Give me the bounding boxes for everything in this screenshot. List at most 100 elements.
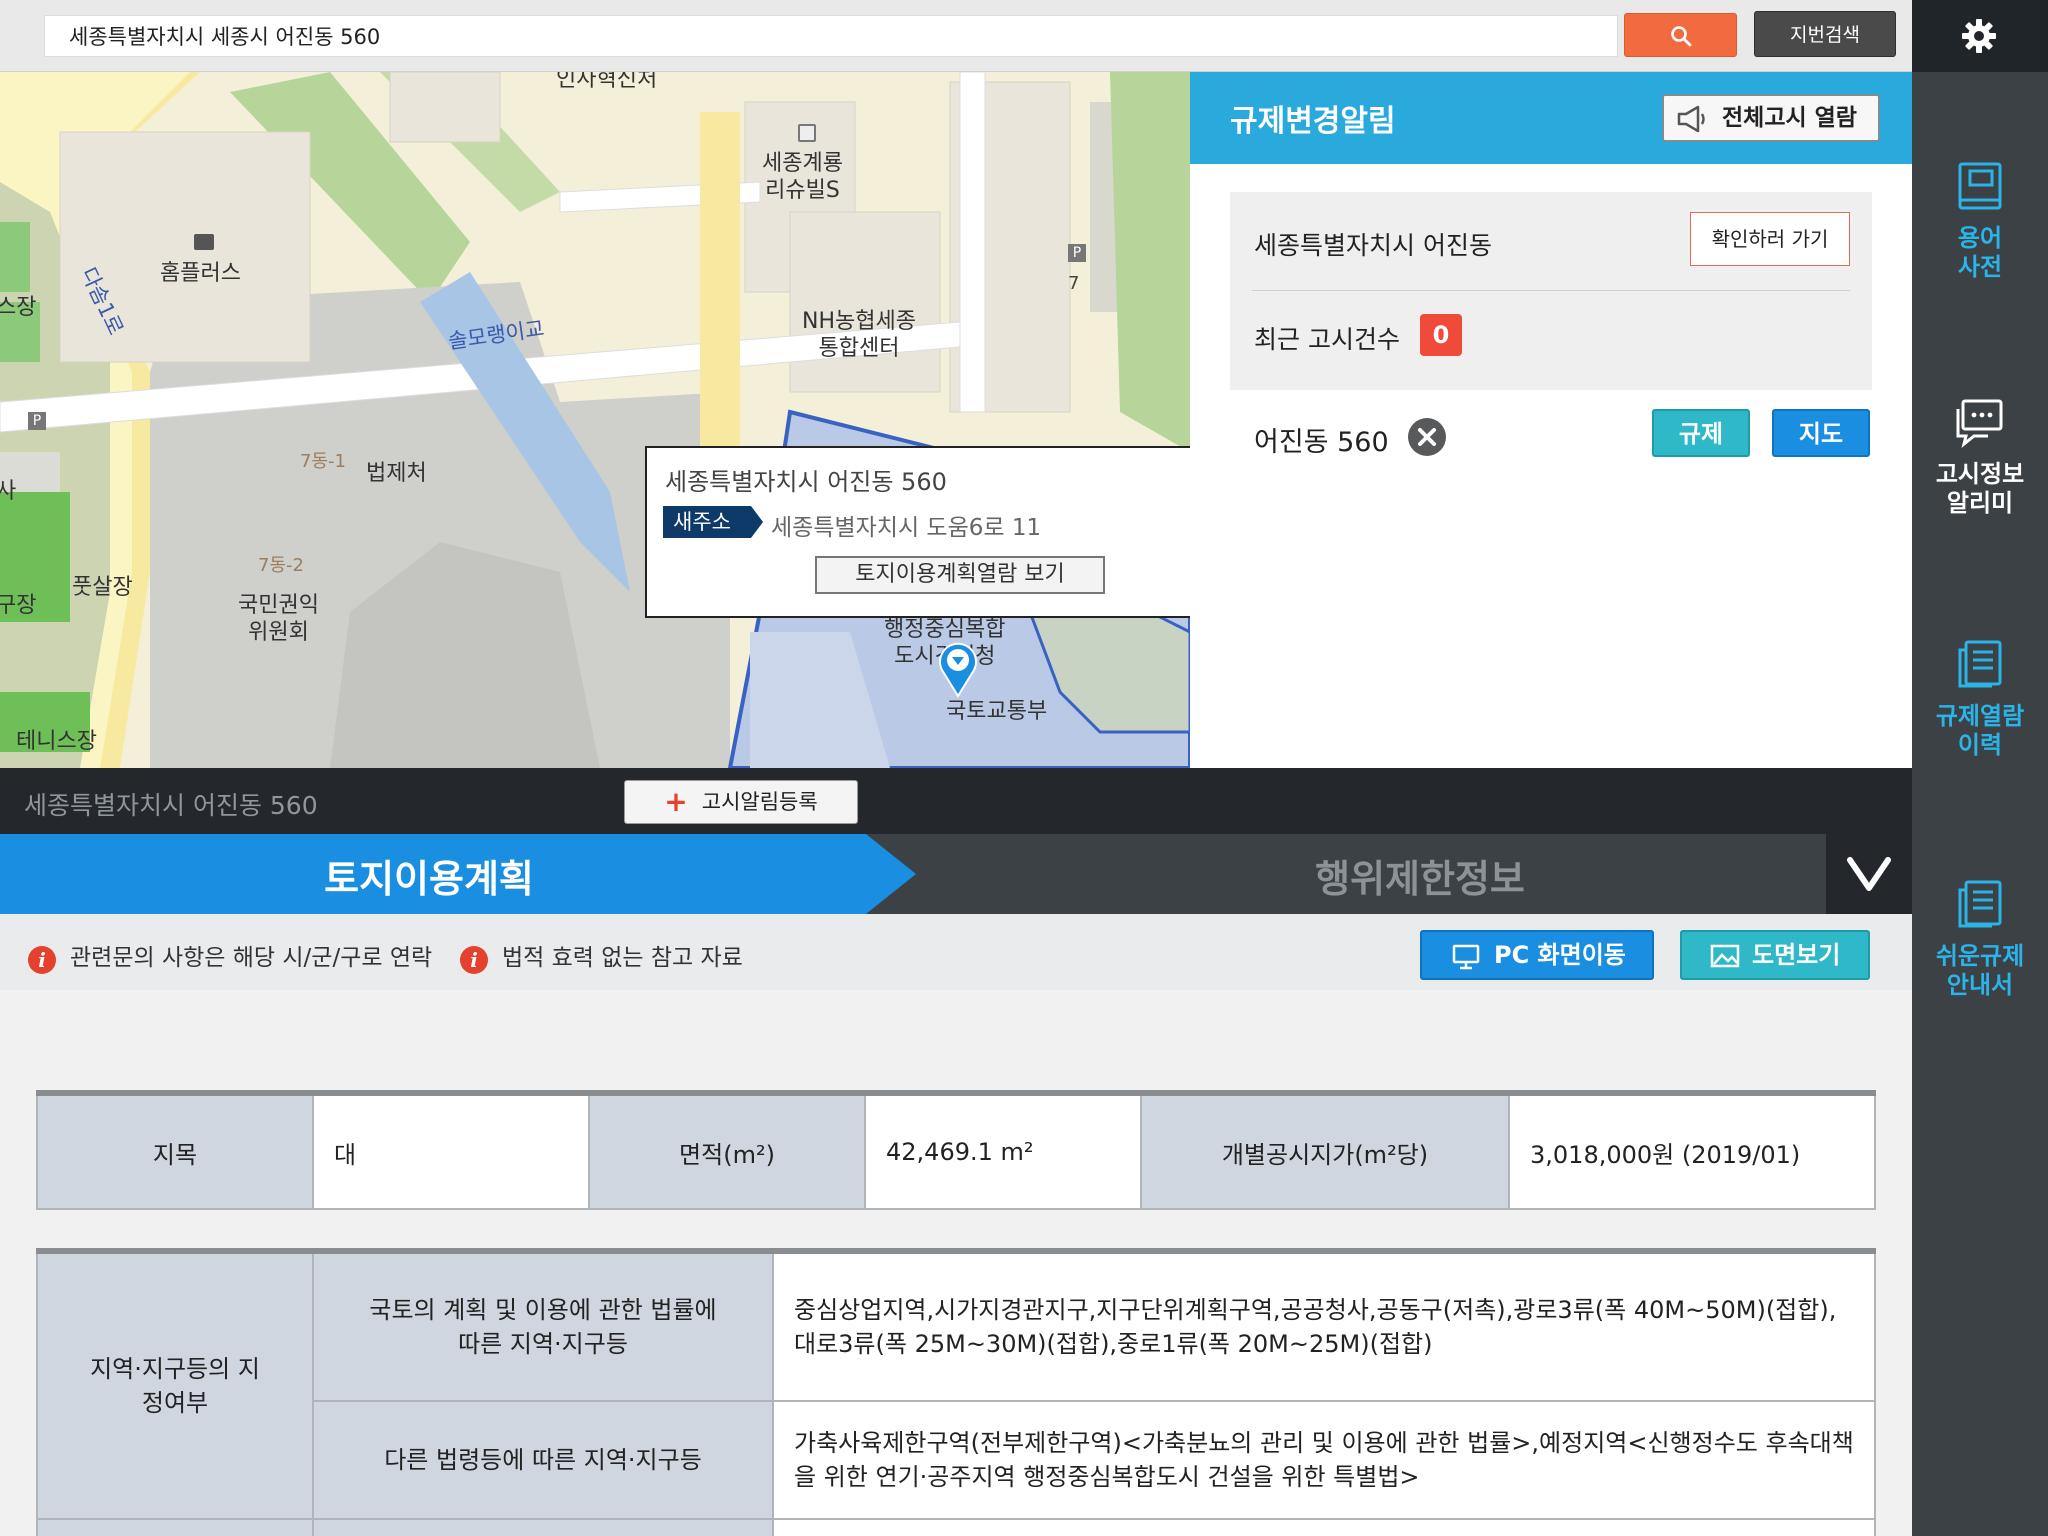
- nav-history-label: 규제열람 이력: [1935, 702, 2025, 759]
- remove-circle-icon[interactable]: [1406, 416, 1448, 458]
- info-icon: i: [28, 946, 56, 974]
- popup-address: 세종특별자치시 어진동 560: [665, 468, 947, 496]
- nav-glossary[interactable]: 용어 사전: [1912, 160, 2048, 282]
- nav-easy-guide[interactable]: 쉬운규제 안내서: [1912, 878, 2048, 1000]
- book-icon: [1958, 162, 2002, 210]
- jimok-value: 대: [312, 1092, 590, 1210]
- chevron-down-icon: [1847, 857, 1891, 891]
- register-notice-alert-button[interactable]: + 고시알림등록: [624, 780, 858, 824]
- map-label-insa: 인사혁신처: [556, 72, 658, 92]
- info-icon: i: [460, 946, 488, 974]
- view-all-notices-button[interactable]: 전체고시 열람: [1662, 94, 1880, 142]
- nav-glossary-label: 용어 사전: [1957, 224, 2003, 281]
- new-address-text: 세종특별자치시 도움6로 11: [771, 515, 1042, 541]
- lot-number-search-button[interactable]: 지번검색: [1754, 11, 1896, 57]
- shopping-bag-icon: [194, 234, 214, 250]
- map-label-edge1: 스장: [0, 295, 37, 320]
- map-info-popup: 세종특별자치시 어진동 560 새주소 세종특별자치시 도움6로 11 토지이용…: [645, 446, 1190, 618]
- panel-header: 규제변경알림 전체고시 열람: [1190, 72, 1912, 164]
- collapse-button[interactable]: [1826, 834, 1912, 914]
- go-check-button[interactable]: 확인하러 가기: [1690, 212, 1850, 266]
- map-label-sejong-gyeryong: 세종계룡 리슈빌S: [762, 151, 843, 203]
- area-value: 42,469.1 m²: [864, 1092, 1142, 1210]
- settings-button[interactable]: [1912, 0, 2048, 72]
- land-info-content: 지목 대 면적(m²) 42,469.1 m² 개별공시지가(m²당) 3,01…: [0, 990, 1912, 1536]
- map-label-molit: 국토교통부: [946, 699, 1048, 724]
- map-base-graphic: [0, 72, 1190, 768]
- app-root: 지번검색: [0, 0, 2048, 1536]
- region-box: 세종특별자치시 어진동 확인하러 가기 최근 고시건수 0: [1230, 192, 1872, 390]
- nav-easy-guide-label: 쉬운규제 안내서: [1935, 942, 2025, 999]
- address-bar: 세종특별자치시 어진동 560 + 고시알림등록: [0, 768, 1912, 834]
- document-list-icon: [1958, 640, 2002, 688]
- zone-designation-table: 지역·지구등의 지 정여부 국토의 계획 및 이용에 관한 법률에 따른 지역·…: [36, 1248, 1876, 1536]
- regulation-button[interactable]: 규제: [1652, 409, 1750, 457]
- search-icon: [1671, 26, 1692, 47]
- recent-notice-count-badge: 0: [1420, 314, 1462, 356]
- map-label-edge3: 구장: [0, 593, 37, 618]
- parking-icon: P: [28, 412, 46, 430]
- zone-row1-label: 국토의 계획 및 이용에 관한 법률에 따른 지역·지구등: [312, 1250, 774, 1402]
- land-basic-table: 지목 대 면적(m²) 42,469.1 m² 개별공시지가(m²당) 3,01…: [36, 1090, 1876, 1210]
- disclaimer-note: i 법적 효력 없는 참고 자료: [460, 938, 743, 974]
- table-row-spacer: [36, 1518, 314, 1536]
- nav-notice-alert[interactable]: 고시정보 알리미: [1912, 398, 2048, 518]
- price-value: 3,018,000원 (2019/01): [1508, 1092, 1876, 1210]
- view-drawing-button[interactable]: 도면보기: [1680, 930, 1870, 980]
- image-icon: [1710, 944, 1740, 968]
- pc-view-label: PC 화면이동: [1494, 941, 1626, 969]
- map-label-homeplus: 홈플러스: [160, 261, 241, 286]
- map-label-moleg: 법제처: [366, 461, 427, 486]
- notice-row: i 관련문의 사항은 해당 시/군/구로 연락 i 법적 효력 없는 참고 자료 P…: [0, 914, 1912, 990]
- contact-note-text: 관련문의 사항은 해당 시/군/구로 연락: [70, 945, 433, 971]
- right-navigation: 용어 사전 고시정보 알리미 규제열람 이력 쉬운규제 안내서: [1912, 0, 2048, 1536]
- area-label: 면적(m²): [588, 1092, 866, 1210]
- divider: [1252, 290, 1850, 291]
- tab-land-use-plan[interactable]: 토지이용계획: [0, 834, 920, 914]
- tab-activity-limit[interactable]: 행위제한정보: [920, 848, 1920, 903]
- regulation-change-panel: 규제변경알림 전체고시 열람 세종특별자치시 어진동 확인하러 가기 최근 고시…: [1190, 72, 1912, 768]
- map-label-acrc: 국민권익 위원회: [238, 593, 319, 645]
- building-icon: [798, 124, 816, 142]
- view-all-notices-label: 전체고시 열람: [1722, 105, 1857, 131]
- map-view[interactable]: 인사혁신처 세종계룡 리슈빌S 홈플러스 다솜1로 솔모랭이교 NH농협세종 통…: [0, 72, 1190, 768]
- map-label-nh: NH농협세종 통합센터: [802, 309, 916, 361]
- new-address-badge: 새주소: [663, 506, 763, 538]
- table-row-spacer: [312, 1518, 774, 1536]
- map-label-tennis: 테니스장: [16, 729, 97, 754]
- jimok-label: 지목: [36, 1092, 314, 1210]
- tab-land-use-plan-label: 토지이용계획: [324, 857, 534, 901]
- speech-bubble-icon: [1956, 399, 2003, 448]
- map-label-edge2: 사: [0, 479, 17, 504]
- search-input[interactable]: [44, 15, 1618, 57]
- megaphone-icon: [1677, 105, 1705, 133]
- map-label-dong71: 7동-1: [300, 451, 346, 472]
- zone-row1-value: 중심상업지역,시가지경관지구,지구단위계획구역,공공청사,공동구(저촉),광로3…: [772, 1250, 1876, 1402]
- contact-note: i 관련문의 사항은 해당 시/군/구로 연락: [28, 938, 432, 974]
- zone-row2-value: 가축사육제한구역(전부제한구역)<가축분뇨의 관리 및 이용에 관한 법률>,예…: [772, 1400, 1876, 1520]
- region-name: 세종특별자치시 어진동: [1254, 231, 1492, 260]
- map-label-p7: 7: [1068, 273, 1080, 294]
- map-button[interactable]: 지도: [1772, 409, 1870, 457]
- price-label: 개별공시지가(m²당): [1140, 1092, 1510, 1210]
- register-notice-alert-label: 고시알림등록: [701, 790, 818, 814]
- gear-icon: [1962, 19, 1996, 53]
- nav-history[interactable]: 규제열람 이력: [1912, 638, 2048, 760]
- saved-address-label: 어진동 560: [1254, 427, 1389, 458]
- top-search-bar: 지번검색: [0, 0, 1912, 72]
- guide-book-icon: [1958, 880, 2002, 928]
- table-row-spacer: [772, 1518, 1876, 1536]
- parking-icon: P: [1068, 244, 1086, 262]
- view-land-use-plan-button[interactable]: 토지이용계획열람 보기: [815, 556, 1105, 594]
- view-drawing-label: 도면보기: [1752, 941, 1841, 969]
- search-button[interactable]: [1624, 13, 1737, 57]
- map-label-futsal: 풋살장: [72, 575, 133, 600]
- map-label-dong72: 7동-2: [258, 555, 304, 576]
- monitor-icon: [1452, 944, 1480, 970]
- nav-notice-alert-label: 고시정보 알리미: [1935, 460, 2025, 517]
- zone-group-label: 지역·지구등의 지 정여부: [36, 1250, 314, 1520]
- panel-title: 규제변경알림: [1230, 104, 1396, 139]
- location-pin-icon[interactable]: [937, 638, 979, 698]
- current-address: 세종특별자치시 어진동 560: [24, 791, 318, 820]
- pc-view-button[interactable]: PC 화면이동: [1420, 930, 1654, 980]
